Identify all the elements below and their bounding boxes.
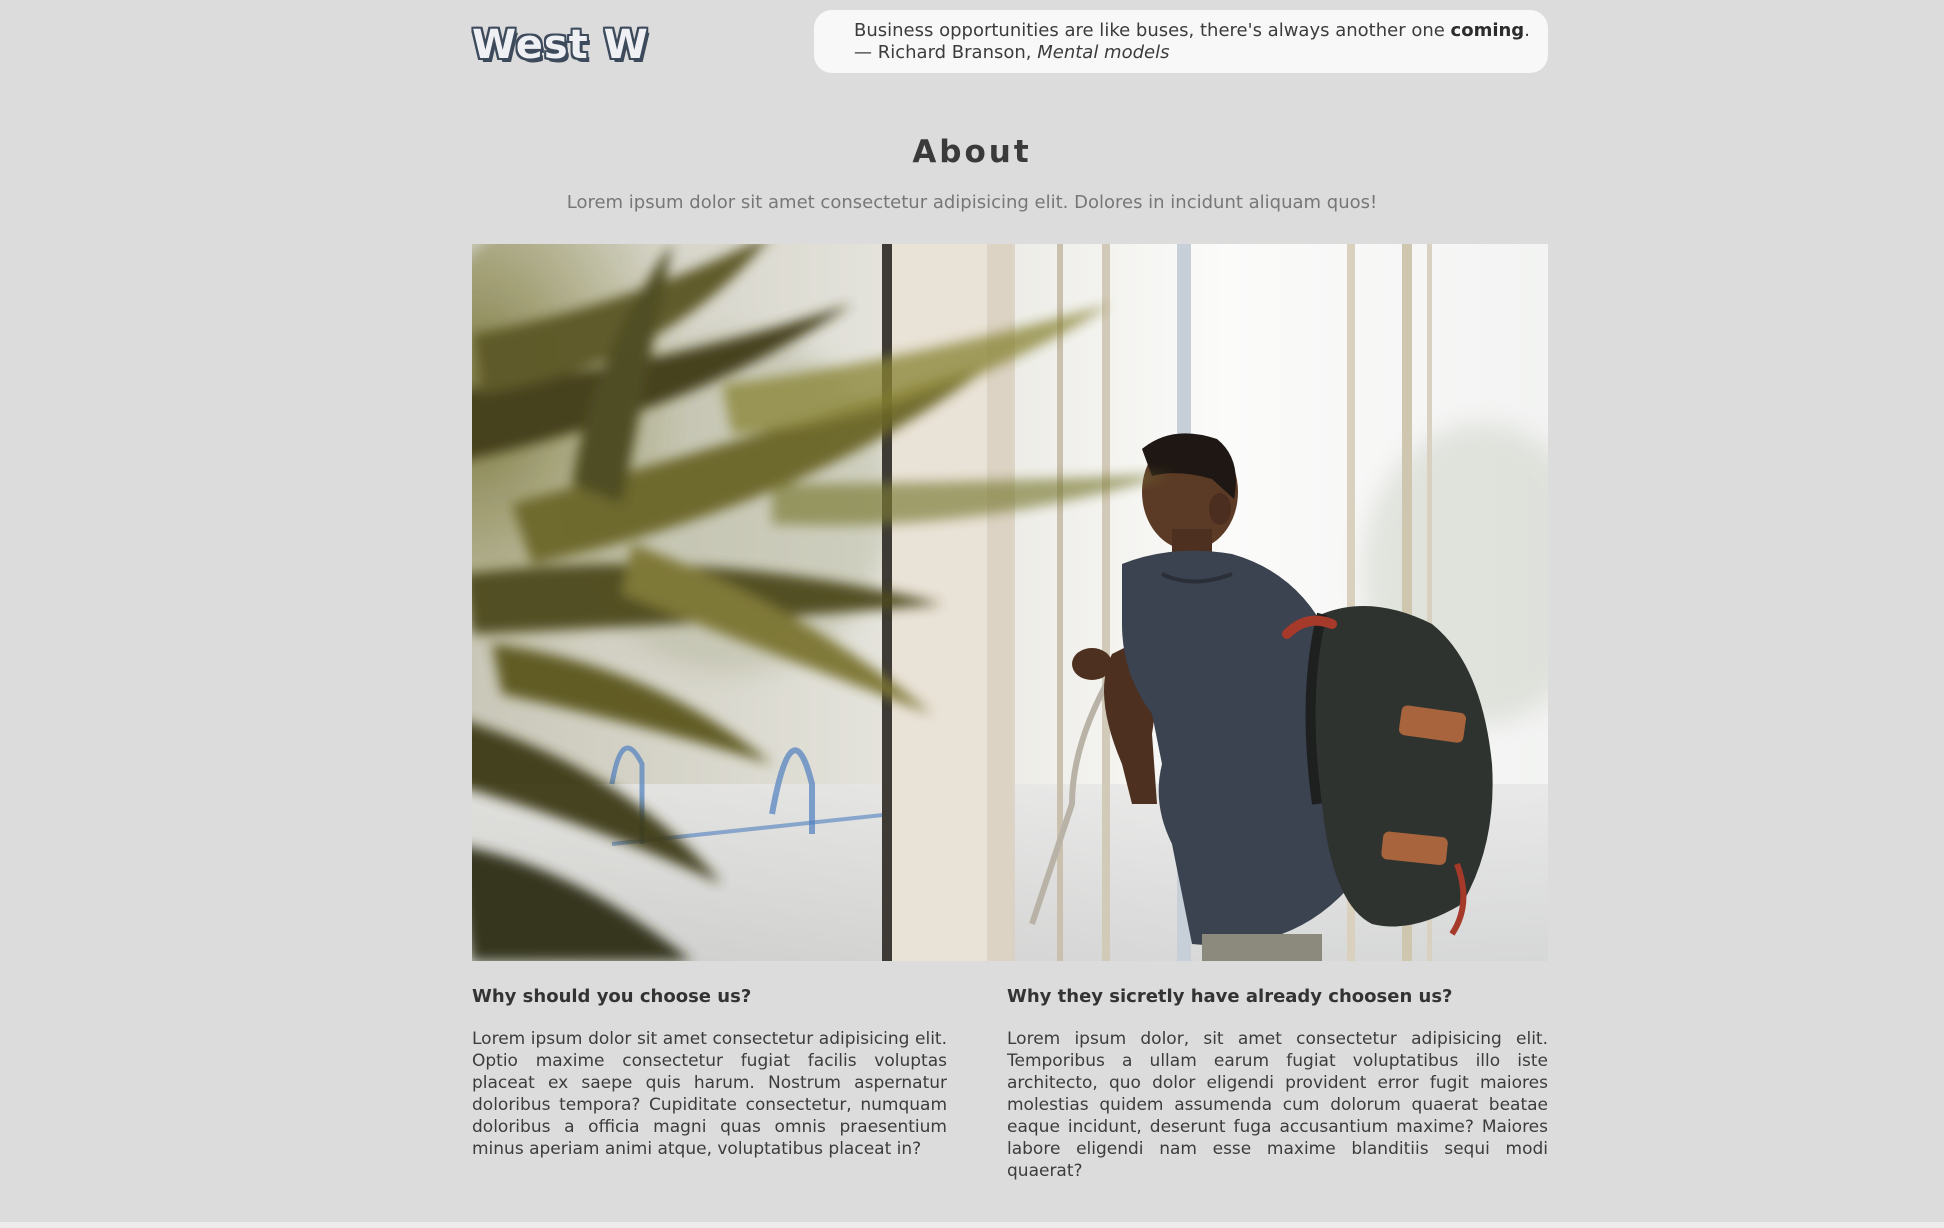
column-right-body: Lorem ipsum dolor, sit amet consectetur … <box>1007 1029 1548 1181</box>
about-photo <box>472 244 1548 961</box>
page: West W Business opportunities are like b… <box>0 0 1944 1228</box>
quote-text-main: Business opportunities are like buses, t… <box>854 20 1451 41</box>
quote-author: — Richard Branson, <box>854 42 1038 63</box>
column-left-heading: Why should you choose us? <box>472 986 752 1007</box>
photo-man-with-backpack-illustration <box>472 244 1548 961</box>
site-logo[interactable]: West W <box>472 22 649 68</box>
quote-attribution: — Richard Branson, Mental models <box>854 42 1508 64</box>
column-already-chosen: Why they sicretly have already choosen u… <box>1007 986 1548 1182</box>
quote-text-bold: coming <box>1450 20 1525 41</box>
quote-source: Mental models <box>1037 42 1170 63</box>
quote-text: Business opportunities are like buses, t… <box>854 20 1530 42</box>
column-left-body: Lorem ipsum dolor sit amet consectetur a… <box>472 1029 947 1159</box>
quote-box: Business opportunities are like buses, t… <box>814 10 1548 73</box>
column-why-choose-us: Why should you choose us? Lorem ipsum do… <box>472 986 947 1160</box>
quote-text-end: . <box>1524 20 1530 41</box>
bottom-divider <box>0 1222 1944 1228</box>
about-subtitle: Lorem ipsum dolor sit amet consectetur a… <box>566 192 1378 213</box>
site-header: West W Business opportunities are like b… <box>472 10 1548 74</box>
column-right-heading: Why they sicretly have already choosen u… <box>1007 986 1453 1007</box>
about-title: About <box>912 134 1032 170</box>
